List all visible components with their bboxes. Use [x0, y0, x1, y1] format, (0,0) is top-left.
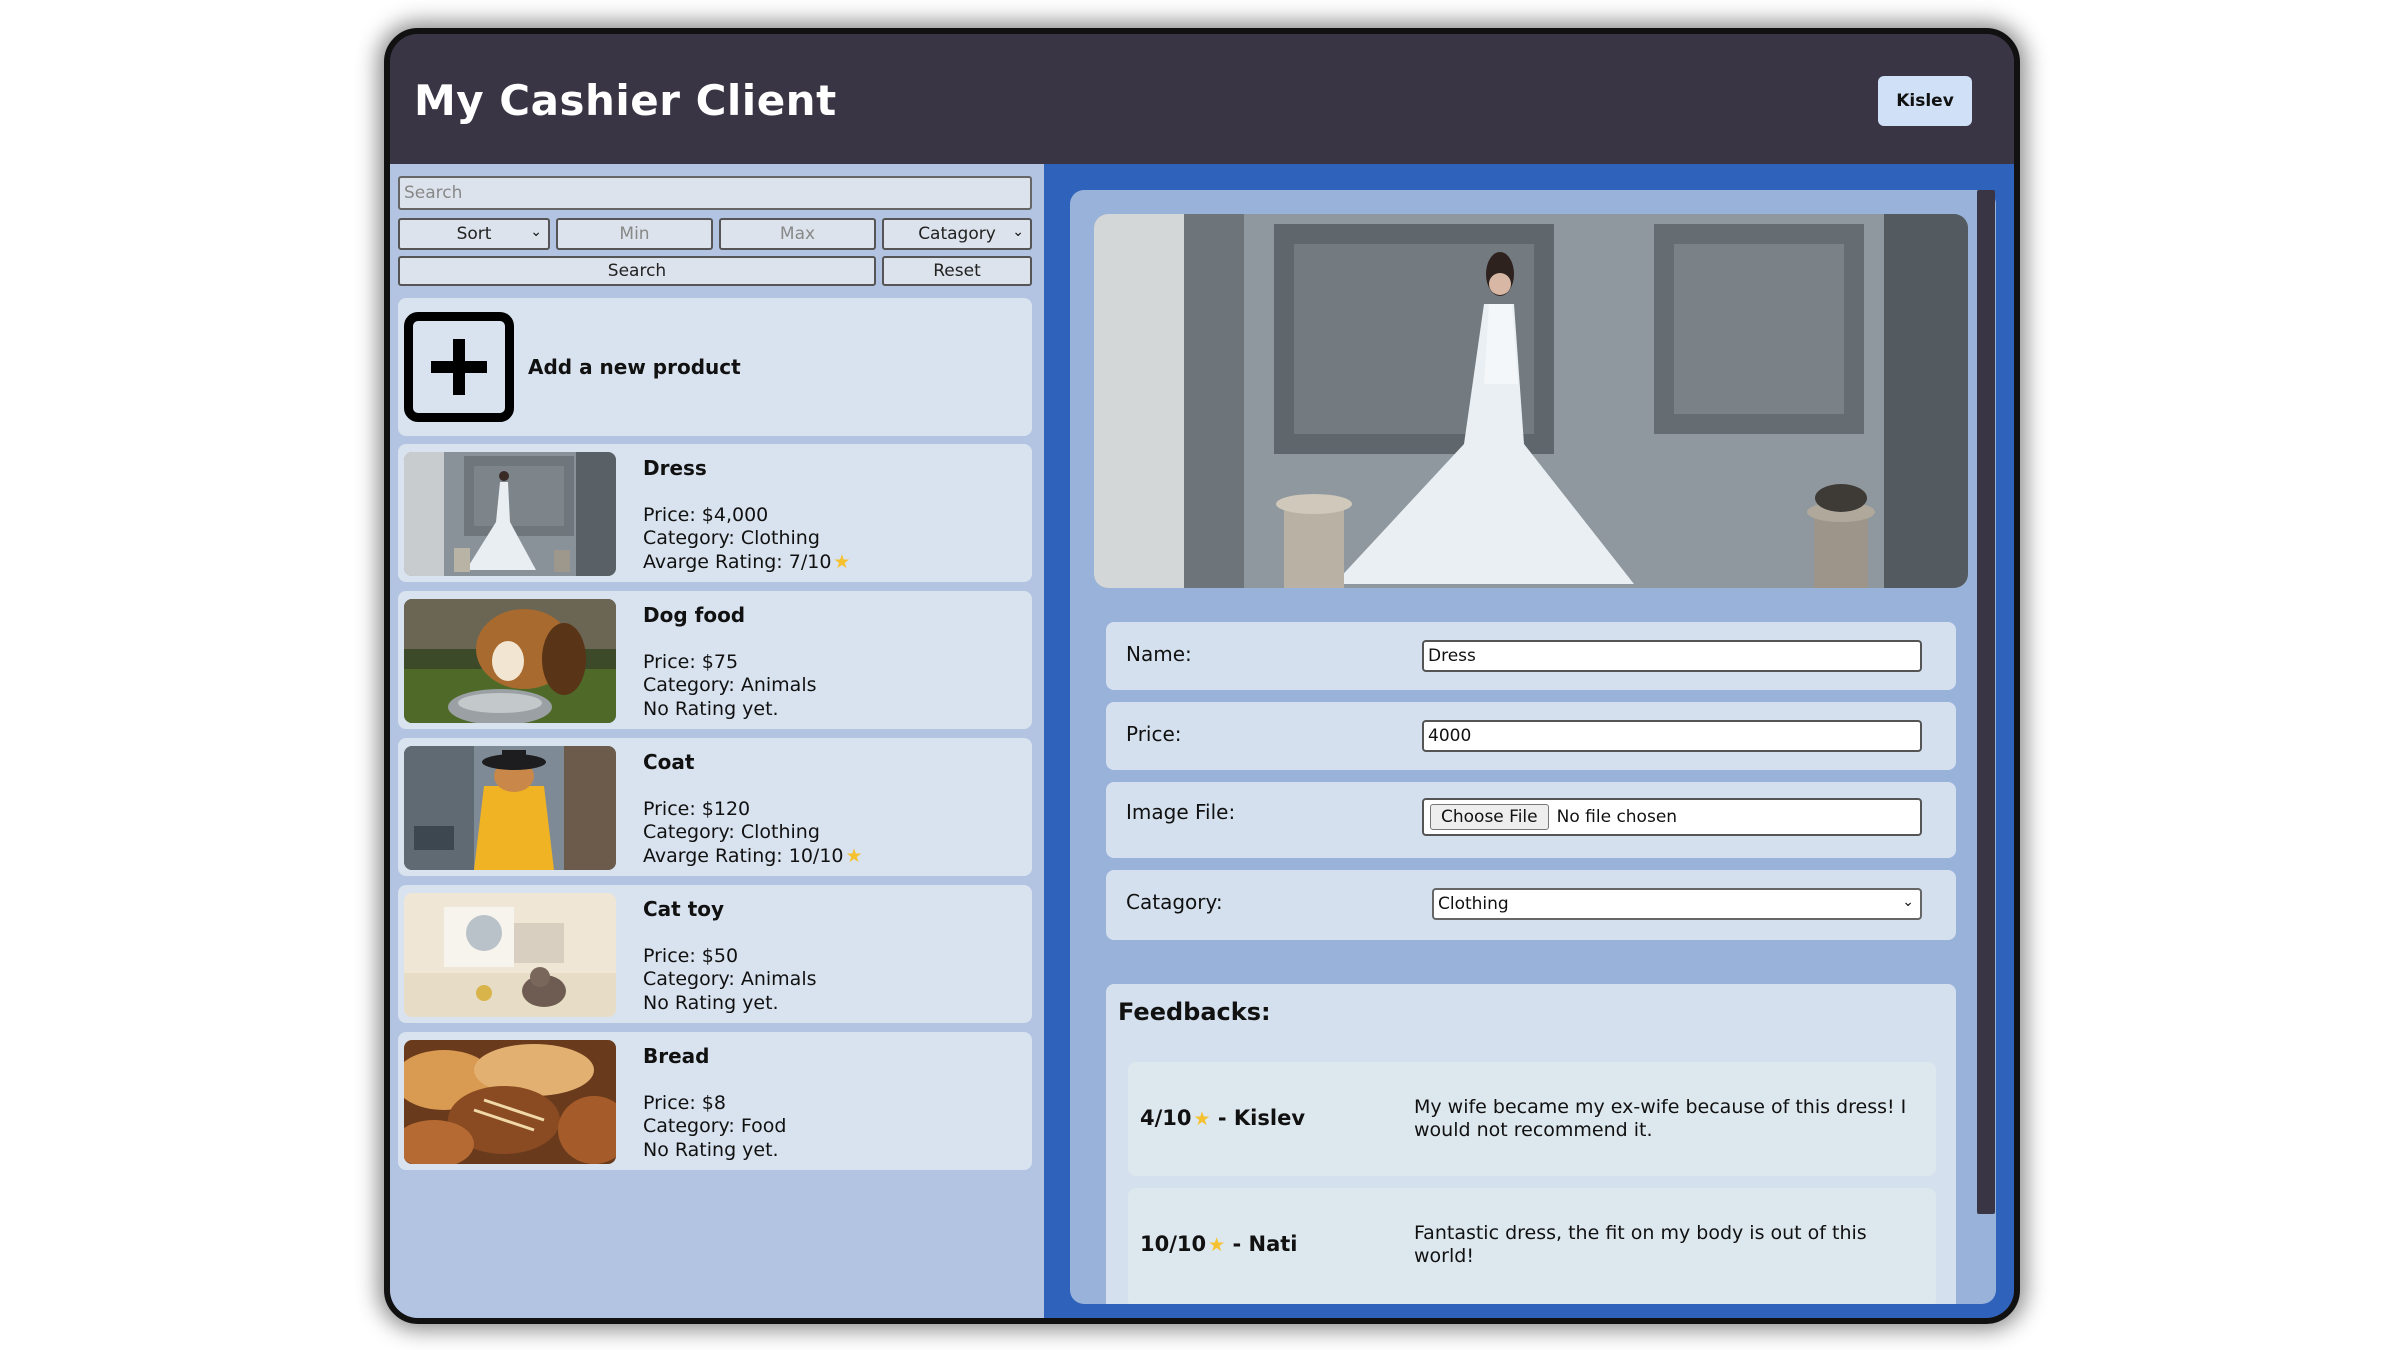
sort-select-label: Sort	[456, 224, 492, 244]
product-image-dog-food	[404, 599, 616, 723]
image-file-label: Image File:	[1126, 800, 1236, 824]
chevron-down-icon: ⌄	[1902, 894, 1914, 910]
rating-text: Avarge Rating: 10/10	[643, 845, 844, 867]
product-card-bread[interactable]: Bread Price: $8 Category: Food No Rating…	[398, 1032, 1032, 1170]
category-field-row: Catagory: Clothing ⌄	[1106, 870, 1956, 940]
feedbacks-title: Feedbacks:	[1118, 998, 1271, 1026]
price-label: Price:	[1126, 722, 1182, 746]
detail-scrollbar[interactable]	[1977, 190, 1995, 1214]
max-price-input[interactable]: Max	[719, 218, 876, 250]
feedback-item: 10/10 ★ - Nati Fantastic dress, the fit o…	[1128, 1188, 1936, 1304]
product-price: Price: $8	[643, 1092, 726, 1114]
product-name: Coat	[643, 750, 695, 774]
min-price-input[interactable]: Min	[556, 218, 713, 250]
feedback-rating: 10/10 ★ - Nati	[1140, 1232, 1298, 1256]
product-category: Category: Clothing	[643, 527, 820, 549]
product-rating: Avarge Rating: 7/10 ★	[643, 551, 850, 573]
app-title: My Cashier Client	[414, 76, 837, 125]
feedback-rating: 4/10 ★ - Kislev	[1140, 1106, 1305, 1130]
category-select[interactable]: Clothing ⌄	[1432, 888, 1922, 920]
product-card-coat[interactable]: Coat Price: $120 Category: Clothing Avar…	[398, 738, 1032, 876]
product-category: Category: Animals	[643, 674, 817, 696]
feedback-text: My wife became my ex-wife because of thi…	[1414, 1096, 1907, 1141]
feedback-score: 10/10	[1140, 1232, 1207, 1256]
product-list-panel: Sort ⌄ Min Max Catagory ⌄ Search Reset A…	[390, 164, 1044, 1318]
product-image-bread	[404, 1040, 616, 1164]
feedback-item: 4/10 ★ - Kislev My wife became my ex-wife…	[1128, 1062, 1936, 1176]
star-icon: ★	[833, 551, 851, 573]
feedback-author: - Kislev	[1217, 1106, 1306, 1130]
product-name: Dress	[643, 456, 707, 480]
feedbacks-section: Feedbacks: 4/10 ★ - Kislev My wife became…	[1106, 984, 1956, 1304]
rating-text: Avarge Rating: 7/10	[643, 551, 832, 573]
product-rating: No Rating yet.	[643, 1139, 779, 1161]
name-field-row: Name: Dress	[1106, 622, 1956, 690]
product-detail-card: Name: Dress Price: 4000 Image File: Choo…	[1070, 190, 1996, 1304]
product-detail-panel: Name: Dress Price: 4000 Image File: Choo…	[1044, 164, 2014, 1318]
image-file-input[interactable]: Choose File No file chosen	[1422, 798, 1922, 836]
add-product-label: Add a new product	[528, 355, 741, 379]
user-button[interactable]: Kislev	[1878, 76, 1972, 126]
price-field-row: Price: 4000	[1106, 702, 1956, 770]
plus-icon	[404, 312, 514, 422]
category-filter-label: Catagory	[918, 224, 996, 244]
feedback-score: 4/10	[1140, 1106, 1192, 1130]
star-icon: ★	[1208, 1234, 1226, 1256]
product-name: Bread	[643, 1044, 710, 1068]
star-icon: ★	[845, 845, 863, 867]
feedback-author: - Nati	[1232, 1232, 1298, 1256]
product-price: Price: $50	[643, 945, 739, 967]
file-status: No file chosen	[1556, 807, 1678, 827]
product-name: Dog food	[643, 603, 746, 627]
search-button[interactable]: Search	[398, 256, 876, 286]
product-image-coat	[404, 746, 616, 870]
image-field-row: Image File: Choose File No file chosen	[1106, 782, 1956, 858]
product-price: Price: $120	[643, 798, 751, 820]
product-price: Price: $4,000	[643, 504, 769, 526]
product-image-dress	[404, 452, 616, 576]
sort-select[interactable]: Sort ⌄	[398, 218, 550, 250]
product-hero-image	[1094, 214, 1968, 588]
add-product-card[interactable]: Add a new product	[398, 298, 1032, 436]
product-category: Category: Animals	[643, 968, 817, 990]
product-card-dog-food[interactable]: Dog food Price: $75 Category: Animals No…	[398, 591, 1032, 729]
product-card-dress[interactable]: Dress Price: $4,000 Category: Clothing A…	[398, 444, 1032, 582]
product-rating: No Rating yet.	[643, 992, 779, 1014]
category-filter-select[interactable]: Catagory ⌄	[882, 218, 1032, 250]
app-window: My Cashier Client Kislev Sort ⌄ Min Max …	[384, 28, 2020, 1324]
header-bar: My Cashier Client Kislev	[390, 34, 2014, 164]
product-category: Category: Food	[643, 1115, 787, 1137]
category-label: Catagory:	[1126, 890, 1223, 914]
price-input[interactable]: 4000	[1422, 720, 1922, 752]
category-select-value: Clothing	[1438, 894, 1509, 914]
choose-file-button[interactable]: Choose File	[1430, 804, 1549, 830]
search-input[interactable]	[398, 176, 1032, 210]
chevron-down-icon: ⌄	[1012, 224, 1024, 240]
chevron-down-icon: ⌄	[530, 224, 542, 240]
reset-button[interactable]: Reset	[882, 256, 1032, 286]
star-icon: ★	[1193, 1108, 1211, 1130]
product-price: Price: $75	[643, 651, 739, 673]
name-label: Name:	[1126, 642, 1192, 666]
product-category: Category: Clothing	[643, 821, 820, 843]
feedback-text: Fantastic dress, the fit on my body is o…	[1414, 1222, 1867, 1267]
product-rating: No Rating yet.	[643, 698, 779, 720]
product-name: Cat toy	[643, 897, 725, 921]
product-image-cat-toy	[404, 893, 616, 1017]
product-card-cat-toy[interactable]: Cat toy Price: $50 Category: Animals No …	[398, 885, 1032, 1023]
name-input[interactable]: Dress	[1422, 640, 1922, 672]
product-rating: Avarge Rating: 10/10 ★	[643, 845, 863, 867]
product-list: Dress Price: $4,000 Category: Clothing A…	[398, 444, 1032, 1179]
